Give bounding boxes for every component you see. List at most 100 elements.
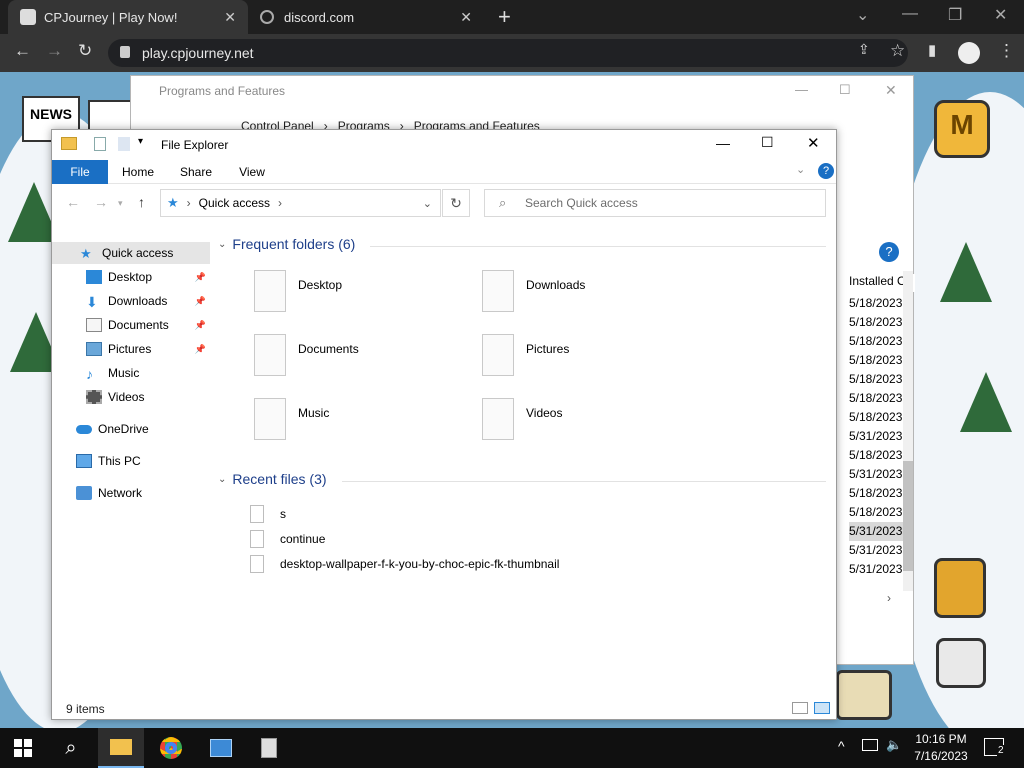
profile-avatar-icon[interactable] [958,42,980,64]
file-explorer-taskbar-icon[interactable] [98,728,144,768]
folder-downloads[interactable]: Downloads [482,270,682,316]
refresh-icon[interactable]: ↻ [442,189,470,217]
nav-downloads[interactable]: ⬇ Downloads 📌 [52,290,210,312]
maximize-icon[interactable]: ☐ [839,82,851,98]
volume-muted-icon[interactable]: 🔈 [886,737,902,753]
recent-files-header[interactable]: ⌄ Recent files (3) [218,471,327,487]
close-tab-icon[interactable]: ✕ [224,9,236,26]
address-dropdown-icon[interactable]: ⌄ [423,197,432,210]
minimize-icon[interactable]: — [716,135,730,151]
installed-date-row[interactable]: 5/18/2023 [849,389,905,408]
nav-network[interactable]: Network [52,482,210,504]
forward-icon[interactable]: → [94,194,108,210]
folder-pictures[interactable]: Pictures [482,334,682,380]
nav-videos[interactable]: Videos [52,386,210,408]
nav-desktop[interactable]: Desktop 📌 [52,266,210,288]
folder-music[interactable]: Music [254,398,454,444]
installed-date-row[interactable]: 5/18/2023 [849,313,905,332]
forward-icon[interactable]: → [46,41,63,61]
details-view-icon[interactable] [792,702,808,714]
folder-documents[interactable]: Documents [254,334,454,380]
installed-date-row[interactable]: 5/18/2023 [849,294,905,313]
installed-date-row[interactable]: 5/18/2023 [849,503,905,522]
help-icon[interactable]: ? [879,242,899,262]
nav-pictures[interactable]: Pictures 📌 [52,338,210,360]
properties-icon[interactable] [94,137,106,151]
nav-music[interactable]: ♪ Music [52,362,210,384]
nav-quick-access[interactable]: ★ Quick access [52,242,210,264]
menu-kebab-icon[interactable]: ⋮ [998,41,1015,61]
installed-date-row[interactable]: 5/31/2023 [849,560,905,579]
show-hidden-icons-icon[interactable]: ^ [838,738,845,754]
back-icon[interactable]: ← [66,194,80,210]
notification-center-icon[interactable]: 2 [984,738,1005,756]
control-panel-taskbar-icon[interactable] [198,728,244,768]
new-folder-icon[interactable] [118,137,130,151]
close-icon[interactable]: ✕ [807,134,820,152]
pin-icon[interactable]: 📌 [195,272,206,283]
up-icon[interactable]: ↑ [138,194,145,210]
installed-date-row[interactable]: 5/31/2023 [849,427,905,446]
bookmark-star-icon[interactable]: ☆ [890,41,905,61]
frequent-folders-header[interactable]: ⌄ Frequent folders (6) [218,236,355,252]
help-icon[interactable] [836,670,892,720]
chrome-taskbar-icon[interactable] [148,728,194,768]
minimize-icon[interactable]: — [795,82,808,97]
recent-file-s[interactable]: s [250,504,286,524]
pin-icon[interactable]: 📌 [195,296,206,307]
nav-this-pc[interactable]: This PC [52,450,210,472]
recent-locations-icon[interactable]: ▾ [118,198,123,209]
minimize-icon[interactable]: — [902,5,918,23]
share-icon[interactable]: ⇪ [858,41,870,58]
side-panel-icon[interactable]: ▮ [928,41,936,59]
collapse-chevron-icon[interactable]: ⌄ [218,474,226,485]
large-icons-view-icon[interactable] [814,702,830,714]
restore-icon[interactable]: ❐ [948,5,962,25]
installed-date-row[interactable]: 5/18/2023 [849,351,905,370]
pin-icon[interactable]: 📌 [195,344,206,355]
maximize-icon[interactable]: ☐ [761,134,774,151]
help-icon[interactable]: ? [818,163,834,179]
installer-taskbar-icon[interactable] [246,728,292,768]
tab-view[interactable]: View [228,160,276,184]
address-bar[interactable]: play.cpjourney.net [108,39,908,67]
close-tab-icon[interactable]: ✕ [460,9,472,26]
start-windows-icon[interactable] [0,728,46,768]
installed-date-row[interactable]: 5/31/2023 [849,541,905,560]
new-tab-icon[interactable]: + [498,4,511,30]
close-window-icon[interactable]: ✕ [994,5,1007,25]
pin-icon[interactable]: 📌 [195,320,206,331]
clock[interactable]: 10:16 PM 7/16/2023 [905,731,977,765]
installed-date-row[interactable]: 5/31/2023 [849,522,905,541]
padlock-icon[interactable] [934,558,986,618]
expand-ribbon-icon[interactable]: ⌄ [796,163,805,176]
vertical-scrollbar[interactable] [903,271,913,591]
search-input[interactable]: ⌕ Search Quick access [484,189,826,217]
tab-cpjourney[interactable]: CPJourney | Play Now! ✕ [8,0,248,34]
installed-date-row[interactable]: 5/18/2023 [849,446,905,465]
tab-home[interactable]: Home [112,160,164,184]
collapse-chevron-icon[interactable]: ⌄ [218,239,226,250]
tab-share[interactable]: Share [170,160,222,184]
installed-date-row[interactable]: 5/18/2023 [849,408,905,427]
folder-desktop[interactable]: Desktop [254,270,454,316]
search-icon[interactable]: ⌕ [48,728,94,768]
tape-measure-icon[interactable] [936,638,986,688]
nav-documents[interactable]: Documents 📌 [52,314,210,336]
folder-videos[interactable]: Videos [482,398,682,444]
installed-date-row[interactable]: 5/18/2023 [849,332,905,351]
tab-discord[interactable]: discord.com ✕ [252,0,484,34]
scroll-right-icon[interactable]: › [887,591,891,605]
moderator-badge-icon[interactable]: M [934,100,990,158]
recent-file-wallpaper[interactable]: desktop-wallpaper-f-k-you-by-choc-epic-f… [250,554,559,574]
quick-access-toolbar-dropdown-icon[interactable]: ▾ [138,136,143,147]
close-icon[interactable]: ✕ [885,82,897,99]
recent-file-continue[interactable]: continue [250,529,325,549]
tab-search-icon[interactable]: ⌄ [856,5,869,25]
tab-file[interactable]: File [52,160,108,184]
network-icon[interactable] [862,739,878,751]
reload-icon[interactable]: ↻ [78,41,92,61]
back-icon[interactable]: ← [14,41,31,61]
installed-date-row[interactable]: 5/31/2023 [849,465,905,484]
address-bar[interactable]: ★ › Quick access › ⌄ [160,189,441,217]
